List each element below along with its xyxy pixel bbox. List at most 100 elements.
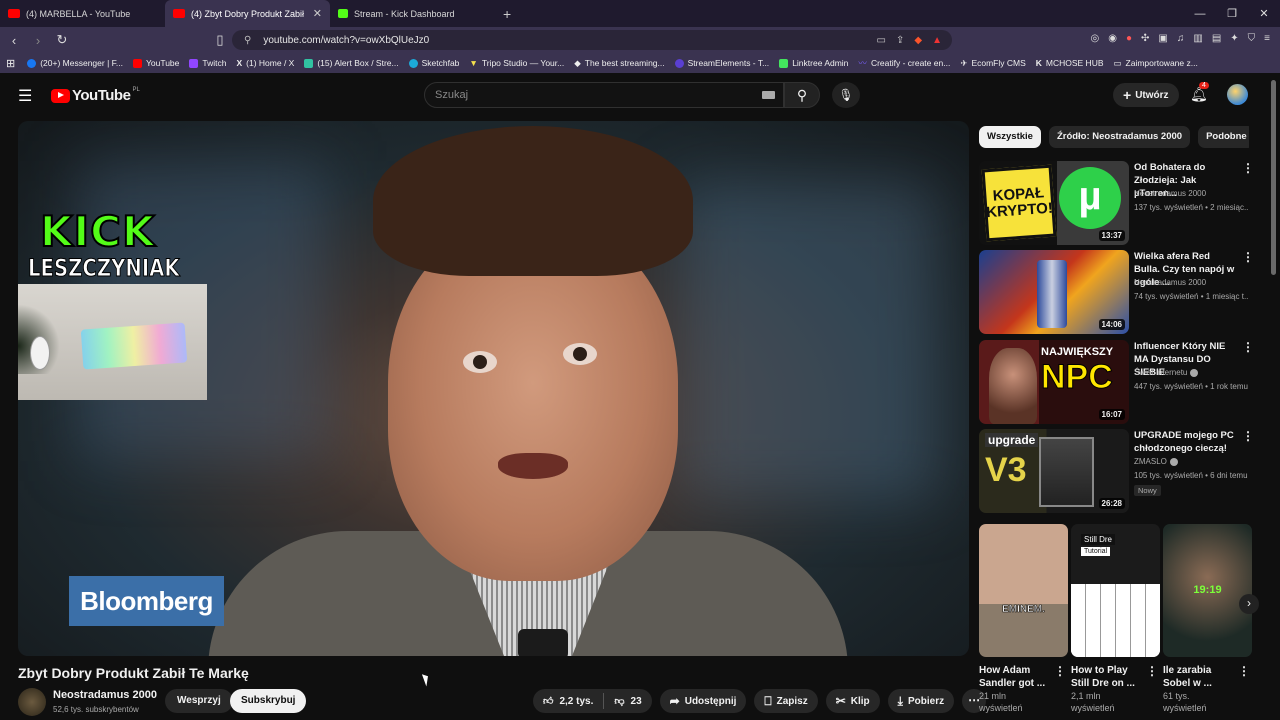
bookmark-alertbox[interactable]: (15) Alert Box / Stre... — [304, 58, 399, 68]
more-vertical-icon[interactable]: ⋮ — [1242, 161, 1254, 175]
account-avatar[interactable] — [1227, 84, 1248, 105]
more-vertical-icon[interactable]: ⋮ — [1242, 340, 1254, 354]
clip-button[interactable]: ✂ Klip — [825, 689, 880, 713]
webcam-overlay — [18, 284, 207, 400]
notifications-button[interactable]: 🔔︎ 4 — [1190, 82, 1209, 103]
bookmark-label: Linktree Admin — [792, 58, 849, 68]
page-scrollbar[interactable] — [1271, 80, 1276, 275]
recommended-video[interactable]: upgrade V3 26:28 UPGRADE mojego PC chłod… — [979, 429, 1254, 513]
create-button[interactable]: + Utwórz — [1113, 83, 1179, 107]
vpn-icon[interactable]: ⛉ — [1248, 33, 1256, 44]
bookmark-youtube[interactable]: YouTube — [132, 58, 179, 68]
apps-grid-icon[interactable]: ⊞ — [6, 57, 15, 70]
more-vertical-icon[interactable]: ⋮ — [1242, 429, 1254, 443]
more-vertical-icon[interactable]: ⋮ — [1238, 664, 1250, 678]
share-button[interactable]: ➦ Udostępnij — [659, 689, 747, 713]
video-player[interactable]: KICK LESZCZYNIAK Bloomberg — [18, 121, 969, 656]
recommendation-meta: 105 tys. wyświetleń • 6 dni temu — [1134, 471, 1248, 480]
browser-tab-kick[interactable]: Stream - Kick Dashboard — [330, 0, 495, 27]
download-button[interactable]: ⤓ Pobierz — [887, 689, 955, 713]
short-video[interactable]: EMINEM. How Adam Sandler got ... 21 mln … — [979, 524, 1068, 714]
bookmark-linktree[interactable]: Linktree Admin — [779, 58, 848, 68]
short-thumbnail[interactable]: EMINEM. — [979, 524, 1068, 657]
ai-icon[interactable]: ✦ — [1230, 33, 1238, 44]
puzzle-icon[interactable]: ✣ — [1141, 33, 1149, 44]
browser-tab-video[interactable]: (4) Zbyt Dobry Produkt Zabił ✕ — [165, 0, 330, 27]
red-bull-can-shape — [1037, 260, 1067, 328]
video-thumbnail[interactable]: upgrade V3 26:28 — [979, 429, 1129, 513]
browser-tab-marbella[interactable]: (4) MARBELLA - YouTube — [0, 0, 165, 27]
bookmark-messenger[interactable]: (20+) Messenger | F... — [27, 58, 123, 68]
chip-source[interactable]: Źródło: Neostradamus 2000 — [1048, 126, 1191, 148]
channel-name[interactable]: Neostradamus 2000 — [53, 689, 157, 701]
bookmark-ecomfly[interactable]: ✈ EcomFly CMS — [960, 58, 1025, 69]
music-icon[interactable]: ♫ — [1177, 33, 1185, 44]
recommended-video[interactable]: KOPAŁ KRYPTO! µ 13:37 Od Bohatera do Zło… — [979, 161, 1254, 245]
voice-search-button[interactable]: 🎙︎ — [832, 82, 860, 108]
minimize-icon[interactable]: — — [1184, 8, 1216, 20]
youtube-logo[interactable]: YouTube PL — [51, 87, 140, 104]
restore-icon[interactable]: ❐ — [1216, 7, 1248, 20]
extension-icon[interactable]: ● — [1126, 33, 1132, 44]
sidebar-icon[interactable]: ▥ — [1193, 33, 1202, 44]
like-button[interactable]: 👍︎ 2,2 tys. — [533, 695, 603, 708]
video-thumbnail[interactable]: 14:06 — [979, 250, 1129, 334]
dislike-button[interactable]: 👎︎ 23 — [604, 695, 651, 708]
screenshot-icon[interactable]: ▣ — [1158, 33, 1167, 44]
share-page-icon[interactable]: ⇪ — [896, 35, 904, 46]
keyboard-icon[interactable] — [762, 91, 775, 99]
save-button[interactable]: ⎕ Zapisz — [754, 689, 818, 713]
brave-shield-icon[interactable]: ◆ — [914, 35, 922, 46]
address-bar[interactable]: ⚲ youtube.com/watch?v=owXbQlUeJz0 ▭ ⇪ ◆ … — [232, 30, 952, 50]
brave-rewards-icon[interactable]: ▲ — [932, 35, 942, 46]
video-duration: 26:28 — [1098, 498, 1125, 509]
bookmark-creatify[interactable]: 〰 Creatify - create en... — [858, 57, 950, 69]
support-button[interactable]: Wesprzyj — [165, 689, 233, 713]
hamburger-menu-icon[interactable]: ☰ — [18, 86, 32, 106]
bookmark-page-icon[interactable]: ▯ — [210, 32, 230, 48]
short-thumbnail[interactable]: 19:19 — [1163, 524, 1252, 657]
recommended-video[interactable]: 14:06 Wielka afera Red Bulla. Czy ten na… — [979, 250, 1254, 334]
more-vertical-icon[interactable]: ⋮ — [1054, 664, 1066, 678]
reload-icon[interactable]: ↻ — [52, 32, 72, 48]
close-window-icon[interactable]: ✕ — [1248, 7, 1280, 20]
extension-icon[interactable]: ◎ — [1091, 33, 1100, 44]
site-info-icon[interactable]: ⚲ — [244, 35, 251, 46]
search-input[interactable]: Szukaj — [424, 82, 784, 108]
new-tab-button[interactable]: + — [503, 6, 511, 22]
chevron-right-icon[interactable]: › — [1226, 128, 1230, 143]
bookmark-streamelements[interactable]: StreamElements - T... — [674, 58, 769, 68]
chip-similar[interactable]: Podobne — [1198, 126, 1249, 148]
video-thumbnail[interactable]: KOPAŁ KRYPTO! µ 13:37 — [979, 161, 1129, 245]
chip-all[interactable]: Wszystkie — [979, 126, 1041, 148]
forward-icon[interactable]: › — [28, 33, 48, 48]
close-tab-icon[interactable]: ✕ — [313, 7, 322, 20]
wallet-icon[interactable]: ▤ — [1212, 33, 1221, 44]
bookmark-sketchfab[interactable]: Sketchfab — [408, 58, 459, 68]
cast-icon[interactable]: ▭ — [877, 35, 886, 46]
short-video[interactable]: Still Dre Tutorial How to Play Still Dre… — [1071, 524, 1160, 714]
bookmark-mchose[interactable]: K MCHOSE HUB — [1036, 58, 1104, 68]
more-vertical-icon[interactable]: ⋮ — [1146, 664, 1158, 678]
clip-label: Klip — [850, 695, 870, 707]
share-label: Udostępnij — [684, 695, 737, 707]
search-button[interactable]: ⚲ — [784, 82, 820, 108]
bookmark-streaming[interactable]: ◆ The best streaming... — [574, 58, 664, 69]
subscribe-button[interactable]: Subskrybuj — [230, 689, 307, 713]
back-icon[interactable]: ‹ — [4, 33, 24, 48]
short-views-label: wyświetleń — [979, 703, 1023, 713]
bookmark-folder-imported[interactable]: ▭ Zaimportowane z... — [1114, 58, 1198, 69]
browser-menu-icon[interactable]: ≡ — [1264, 33, 1270, 44]
more-vertical-icon[interactable]: ⋮ — [1242, 250, 1254, 264]
video-thumbnail[interactable]: NAJWIĘKSZY NPC 16:07 — [979, 340, 1129, 424]
recommended-video[interactable]: NAJWIĘKSZY NPC 16:07 Influencer Który NI… — [979, 340, 1254, 424]
short-video[interactable]: 19:19 Ile zarabia Sobel w ... 61 tys. wy… — [1163, 524, 1252, 714]
bookmark-twitch[interactable]: Twitch — [189, 58, 226, 68]
bookmark-x[interactable]: X (1) Home / X — [236, 58, 294, 68]
shorts-next-button[interactable]: › — [1239, 594, 1259, 614]
extension-icon[interactable]: ◉ — [1108, 33, 1117, 44]
short-thumbnail[interactable]: Still Dre Tutorial — [1071, 524, 1160, 657]
bookmark-tripo[interactable]: ▼ Tripo Studio — Your... — [469, 58, 564, 68]
channel-avatar[interactable] — [18, 688, 46, 716]
presenter-hair — [373, 126, 693, 276]
